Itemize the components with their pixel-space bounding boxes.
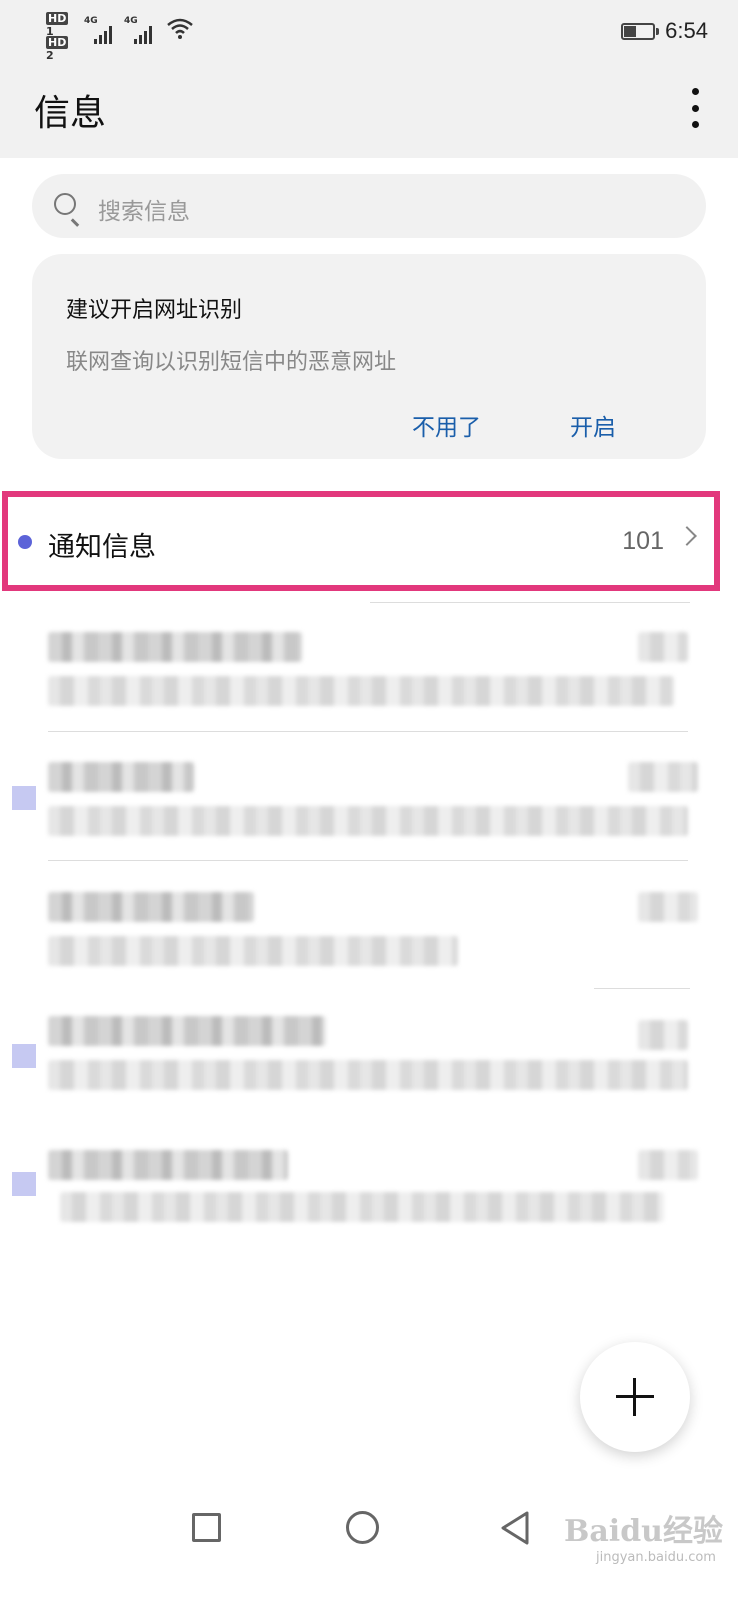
status-right: 6:54 xyxy=(621,16,708,46)
card-title: 建议开启网址识别 xyxy=(66,298,243,323)
search-input[interactable]: 搜索信息 xyxy=(32,174,706,238)
new-message-button[interactable] xyxy=(580,1342,690,1452)
list-item[interactable] xyxy=(0,740,738,870)
search-icon xyxy=(54,193,76,215)
conversation-time-blurred xyxy=(638,632,688,662)
circle-icon[interactable] xyxy=(346,1511,379,1544)
conversation-sender-blurred xyxy=(48,1150,288,1180)
more-vertical-icon[interactable] xyxy=(690,88,700,128)
conversation-preview-blurred xyxy=(48,676,674,706)
notification-label: 通知信息 xyxy=(48,532,156,563)
list-item[interactable] xyxy=(0,870,738,1000)
watermark-suffix: 经验 xyxy=(662,1514,723,1549)
url-recognition-card: 建议开启网址识别 联网查询以识别短信中的恶意网址 不用了 开启 xyxy=(32,254,706,459)
conversation-time-blurred xyxy=(638,892,698,922)
wifi-icon xyxy=(167,18,193,39)
app-bar: 信息 xyxy=(0,62,738,158)
unread-indicator xyxy=(12,1044,36,1068)
unread-indicator xyxy=(12,1172,36,1196)
divider xyxy=(48,731,688,732)
unread-dot xyxy=(18,535,32,549)
list-item[interactable] xyxy=(0,610,738,740)
notification-count: 101 xyxy=(622,527,664,555)
battery-icon xyxy=(621,22,660,40)
conversation-preview-blurred xyxy=(48,1060,688,1090)
conversation-preview-blurred xyxy=(48,806,688,836)
divider xyxy=(370,602,690,603)
enable-button[interactable]: 开启 xyxy=(570,408,616,442)
conversation-preview-blurred xyxy=(60,1192,664,1222)
conversation-sender-blurred xyxy=(48,632,302,662)
network-type-1: 4G xyxy=(84,16,98,26)
chevron-right-icon xyxy=(677,526,697,546)
list-item[interactable] xyxy=(0,1128,738,1258)
conversation-sender-blurred xyxy=(48,1016,326,1046)
notification-messages-row[interactable]: 通知信息 101 xyxy=(2,491,720,591)
page-title: 信息 xyxy=(34,93,107,134)
sim2-indicator: HD2 xyxy=(46,36,69,62)
card-description: 联网查询以识别短信中的恶意网址 xyxy=(66,350,397,375)
conversation-sender-blurred xyxy=(48,762,194,792)
clock: 6:54 xyxy=(665,18,708,43)
search-placeholder: 搜索信息 xyxy=(98,199,190,225)
dismiss-button[interactable]: 不用了 xyxy=(412,408,481,442)
divider xyxy=(594,988,690,989)
status-bar: HD1 HD2 4G 4G 6:54 xyxy=(0,0,738,62)
watermark-url: jingyan.baidu.com xyxy=(596,1550,716,1565)
unread-indicator xyxy=(12,786,36,810)
baidu-watermark: Baidu经验 jingyan.baidu.com xyxy=(556,1500,726,1570)
network-type-2: 4G xyxy=(124,16,138,26)
conversation-time-blurred xyxy=(628,762,698,792)
divider xyxy=(48,860,688,861)
square-icon[interactable] xyxy=(192,1513,221,1542)
list-item[interactable] xyxy=(0,998,738,1128)
watermark-brand: Baidu经验 xyxy=(564,1514,723,1549)
conversation-time-blurred xyxy=(638,1150,698,1180)
conversation-time-blurred xyxy=(638,1020,688,1050)
conversation-sender-blurred xyxy=(48,892,254,922)
conversation-preview-blurred xyxy=(48,936,458,966)
back-triangle-icon[interactable] xyxy=(500,1510,530,1546)
sim1-indicator: HD1 xyxy=(46,12,69,38)
